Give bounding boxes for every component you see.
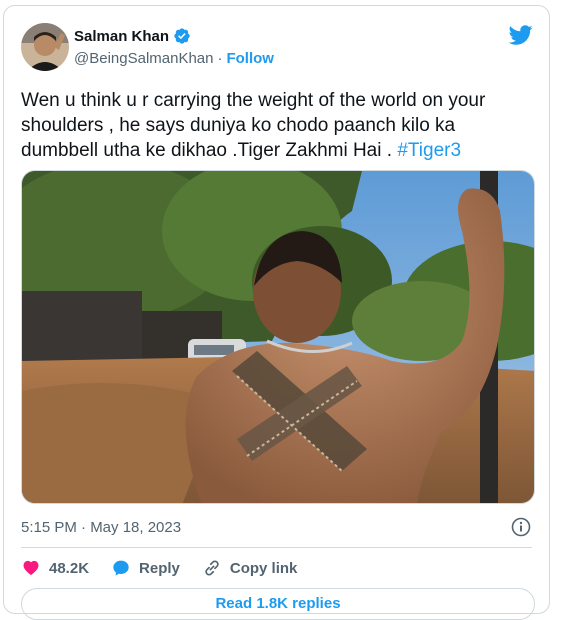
author-handle[interactable]: @BeingSalmanKhan <box>74 50 213 67</box>
follow-button[interactable]: Follow <box>226 50 274 67</box>
tweet-text: Wen u think u r carrying the weight of t… <box>21 88 536 163</box>
verified-badge-icon <box>173 27 191 45</box>
link-icon <box>205 560 219 576</box>
read-replies-button[interactable]: Read 1.8K replies <box>21 588 535 620</box>
action-bar: 48.2K Reply Copy link <box>21 558 297 578</box>
like-button[interactable]: 48.2K <box>21 558 89 578</box>
copy-link-button[interactable]: Copy link <box>202 558 298 578</box>
hashtag-link[interactable]: #Tiger3 <box>397 140 461 161</box>
reply-label: Reply <box>139 559 180 577</box>
author-name-row[interactable]: Salman Khan <box>74 27 191 45</box>
handle-row: @BeingSalmanKhan · Follow <box>74 50 274 67</box>
display-name[interactable]: Salman Khan <box>74 28 169 45</box>
reply-button[interactable]: Reply <box>111 558 180 578</box>
reply-bubble-icon <box>113 560 129 576</box>
twitter-bird-icon[interactable] <box>508 23 533 47</box>
tweet-photo[interactable] <box>21 170 535 504</box>
heart-icon <box>23 560 39 576</box>
divider <box>21 547 532 548</box>
avatar[interactable] <box>21 23 69 71</box>
like-count: 48.2K <box>49 559 90 577</box>
info-icon[interactable] <box>511 517 531 537</box>
tweet-timestamp[interactable]: 5:15 PM · May 18, 2023 <box>21 519 181 536</box>
separator-dot: · <box>217 50 223 67</box>
tweet-card: Salman Khan @BeingSalmanKhan · Follow We… <box>3 5 550 620</box>
copy-link-label: Copy link <box>229 559 298 577</box>
